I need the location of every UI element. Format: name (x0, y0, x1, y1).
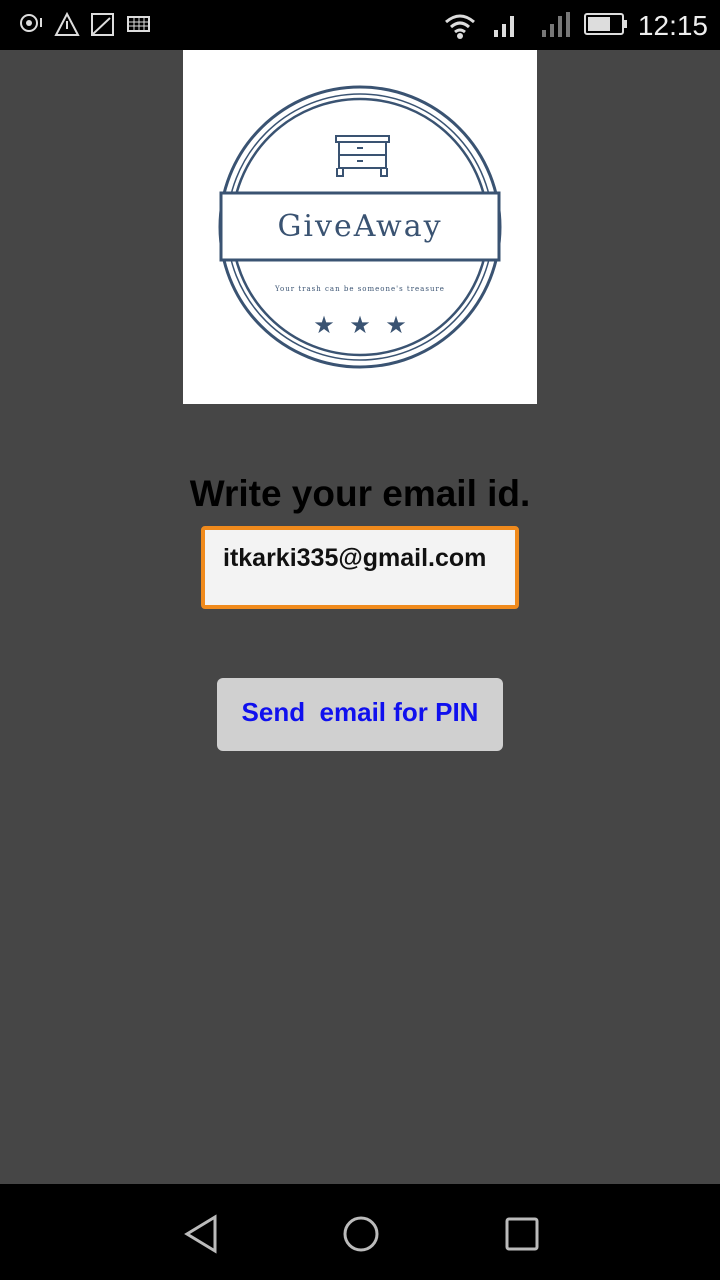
clock: 12:15 (637, 10, 708, 41)
recents-icon[interactable] (502, 1214, 542, 1254)
location-alert-icon (20, 14, 42, 32)
back-icon[interactable] (182, 1214, 222, 1254)
dresser-icon (335, 135, 390, 177)
signal-icon (494, 16, 514, 37)
keyboard-icon (127, 16, 150, 32)
email-prompt-heading: Write your email id. (189, 473, 531, 514)
send-email-pin-button[interactable]: Send email for PIN (217, 678, 503, 751)
wifi-icon (445, 14, 475, 39)
giveaway-logo: GiveAway Your trash can be someone's tre… (183, 50, 537, 404)
logo-tagline: Your trash can be someone's treasure (274, 285, 445, 293)
signal-weak-icon (542, 12, 570, 37)
svg-text:★: ★ (349, 312, 371, 339)
home-icon[interactable] (341, 1214, 381, 1254)
star-icons: ★ ★ ★ (313, 312, 407, 339)
svg-text:★: ★ (313, 312, 335, 339)
email-input[interactable]: itkarki335@gmail.com (201, 526, 519, 609)
svg-text:★: ★ (385, 312, 407, 339)
logo-brand-text: GiveAway (277, 209, 442, 244)
warning-icon (54, 12, 80, 36)
navigation-bar (0, 1184, 720, 1280)
status-bar: 12:15 (0, 0, 720, 50)
image-icon (91, 13, 114, 36)
battery-icon (584, 13, 627, 35)
